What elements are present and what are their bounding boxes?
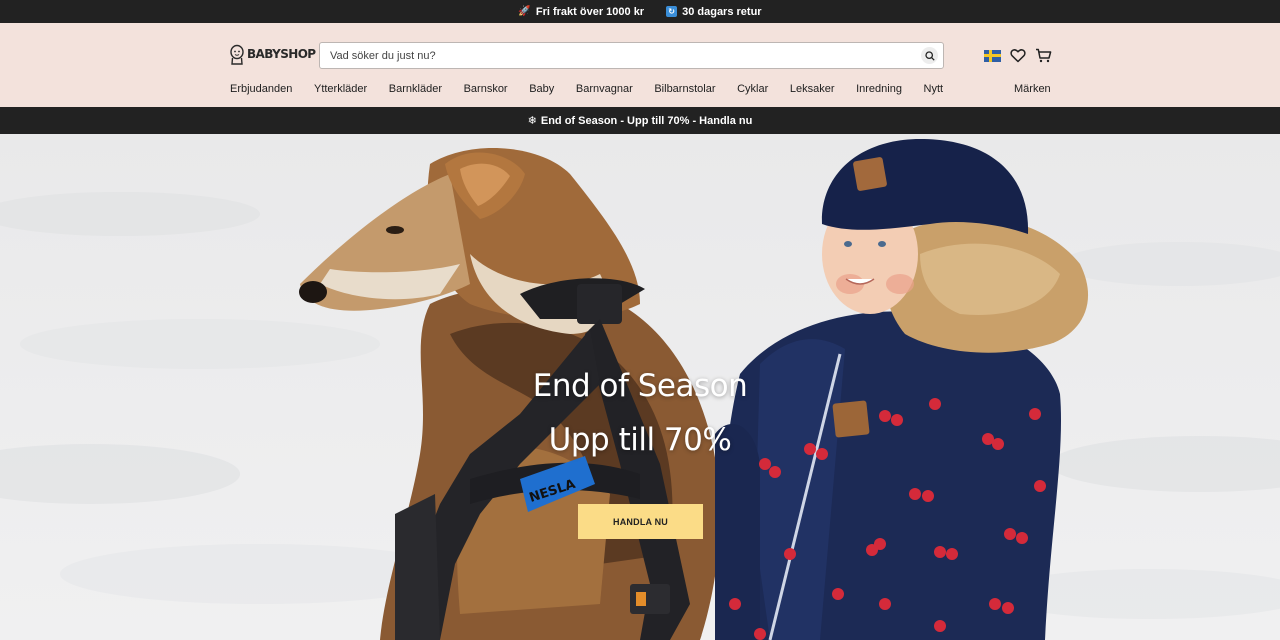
return-icon: ↻ [666,6,678,17]
return-policy-text: 30 dagars retur [682,5,762,18]
nav-item-ytterklader[interactable]: Ytterkläder [314,83,367,95]
nav-item-brands[interactable]: Märken [1014,83,1051,95]
nav-item-nytt[interactable]: Nytt [924,83,944,95]
return-policy-notice: ↻ 30 dagars retur [666,5,762,18]
nav-item-cyklar[interactable]: Cyklar [737,83,768,95]
snowflake-icon: ❄ [527,115,537,127]
main-navigation: Erbjudanden Ytterkläder Barnkläder Barns… [230,83,965,95]
search-icon [924,50,935,61]
site-header: BABYSHOP Erbjudanden Ytterkläder Barnklä… [0,23,1280,107]
site-logo[interactable]: BABYSHOP [230,43,316,65]
swedish-flag-icon[interactable] [984,49,1001,62]
search-input[interactable] [320,43,900,68]
announcement-bar: 🚀 Fri frakt över 1000 kr ↻ 30 dagars ret… [0,0,1280,23]
nav-item-inredning[interactable]: Inredning [856,83,902,95]
free-shipping-text: Fri frakt över 1000 kr [535,5,645,18]
nav-item-erbjudanden[interactable]: Erbjudanden [230,83,292,95]
baby-face-logo-icon [230,44,244,65]
search-bar [319,42,944,69]
header-actions [984,48,1052,63]
hero-subtitle: Upp till 70% [548,422,732,458]
heart-icon[interactable] [1010,48,1026,63]
promo-text: End of Season - Upp till 70% - Handla nu [540,114,753,127]
nav-item-leksaker[interactable]: Leksaker [790,83,835,95]
logo-text: BABYSHOP [247,47,316,61]
rocket-icon: 🚀 [518,6,531,17]
cart-icon[interactable] [1035,48,1052,63]
free-shipping-notice: 🚀 Fri frakt över 1000 kr [518,6,644,18]
shop-now-button[interactable]: HANDLA NU [578,504,703,539]
hero-title: End of Season [532,368,748,404]
nav-item-barnvagnar[interactable]: Barnvagnar [576,83,633,95]
promo-banner[interactable]: ❄ End of Season - Upp till 70% - Handla … [0,107,1280,134]
nav-item-barnskor[interactable]: Barnskor [464,83,508,95]
search-button[interactable] [921,47,938,64]
nav-item-barnklader[interactable]: Barnkläder [389,83,442,95]
hero-banner: NESLA End of Season Upp till 70% HANDLA … [0,134,1280,640]
nav-item-baby[interactable]: Baby [529,83,554,95]
nav-item-bilbarnstolar[interactable]: Bilbarnstolar [654,83,715,95]
